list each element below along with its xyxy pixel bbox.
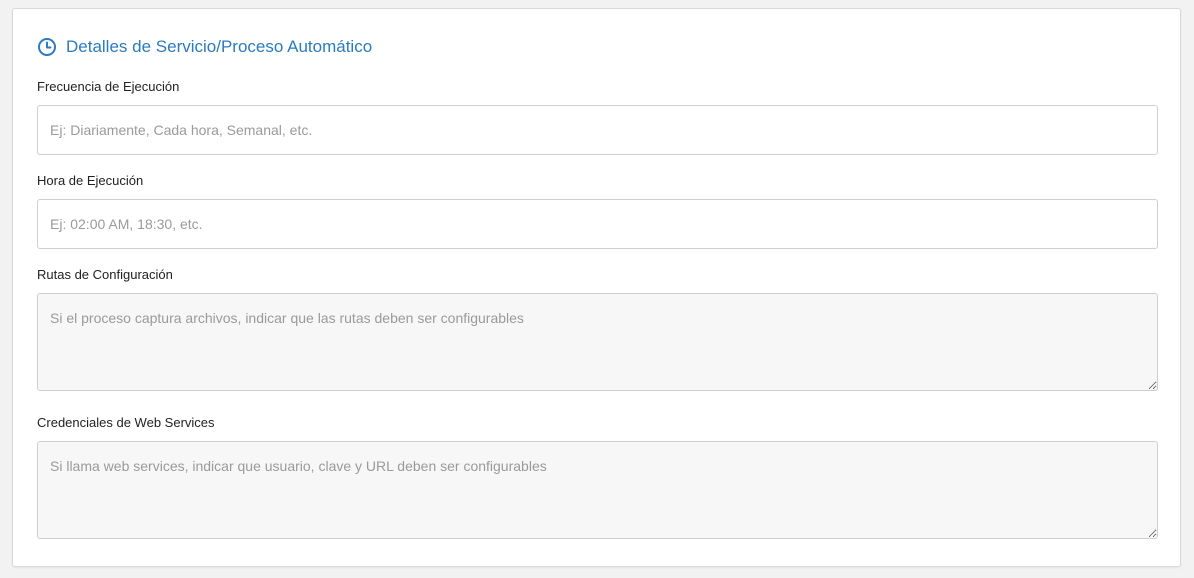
credenciales-label: Credenciales de Web Services xyxy=(37,415,215,430)
clock-icon xyxy=(37,37,57,57)
hora-label: Hora de Ejecución xyxy=(37,173,144,188)
frecuencia-input[interactable] xyxy=(37,105,1158,155)
rutas-textarea[interactable] xyxy=(37,293,1158,391)
frecuencia-label: Frecuencia de Ejecución xyxy=(37,79,180,94)
section-title: Detalles de Servicio/Proceso Automático xyxy=(66,37,373,56)
rutas-label: Rutas de Configuración xyxy=(37,267,173,282)
section-header: Detalles de Servicio/Proceso Automático xyxy=(37,35,372,59)
hora-input[interactable] xyxy=(37,199,1158,249)
service-details-card: Detalles de Servicio/Proceso Automático … xyxy=(12,8,1181,567)
credenciales-textarea[interactable] xyxy=(37,441,1158,539)
